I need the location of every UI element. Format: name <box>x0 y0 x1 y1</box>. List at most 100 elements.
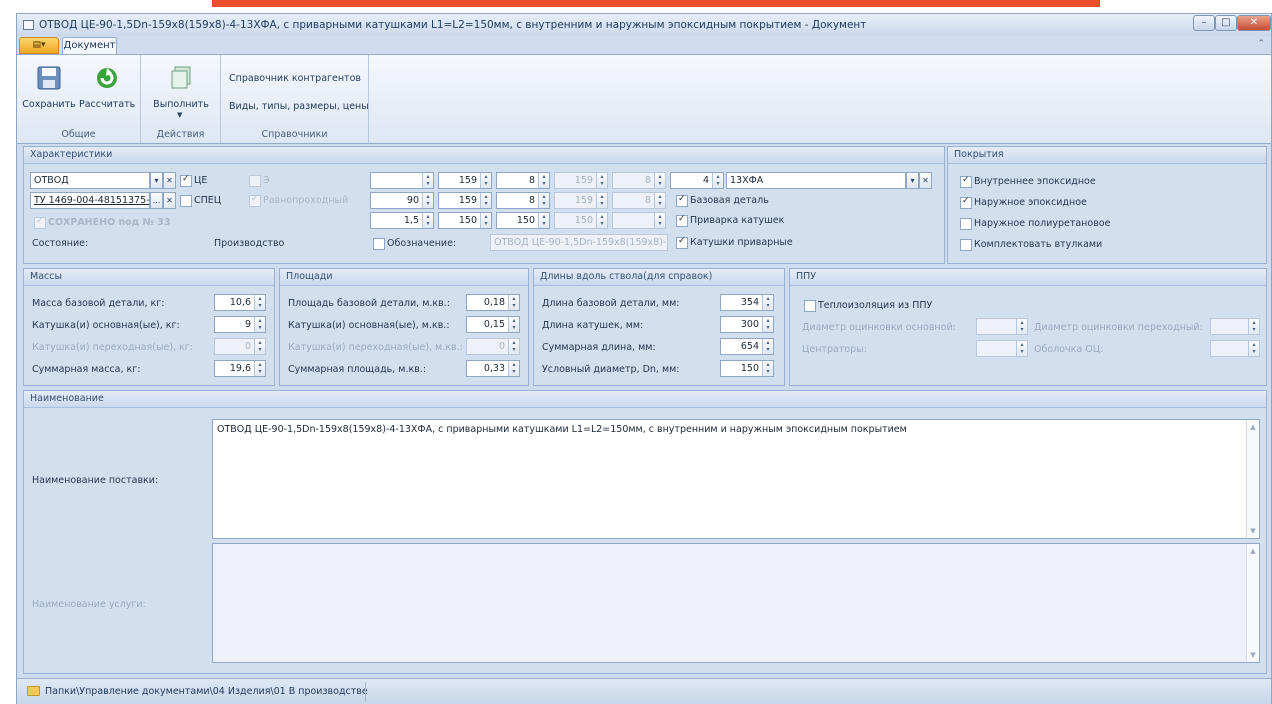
group-actions-label: Действия <box>156 129 205 140</box>
service-name-textarea[interactable]: ▲ ▼ <box>212 543 1260 663</box>
state-label: Состояние: <box>32 238 89 249</box>
saved-label: СОХРАНЕНО под № 33 <box>34 216 171 229</box>
dim-d1b[interactable]: 159 ▴ ▾ <box>438 192 492 209</box>
ppu-diam-trans-field[interactable]: ▴ ▾ <box>1210 318 1260 335</box>
tab-document[interactable]: Документ <box>62 37 117 55</box>
cb-spec[interactable]: СПЕЦ <box>180 195 221 207</box>
dim-l4[interactable]: ▴ ▾ <box>612 212 666 229</box>
execute-dropdown-icon: ▼ <box>177 111 183 119</box>
area-total-field[interactable]: 0,33 ▴ ▾ <box>466 360 520 377</box>
supply-name-scrollbar[interactable]: ▲ ▼ <box>1246 420 1259 538</box>
tu-browse-icon[interactable]: … <box>150 192 163 209</box>
dim-d2b[interactable]: 159 ▴ ▾ <box>554 192 608 209</box>
len-base-label: Длина базовой детали, мм: <box>542 298 680 309</box>
ppu-shell-label: Оболочка ОЦ: <box>1034 344 1104 355</box>
dim-angle[interactable]: 90 ▴ ▾ <box>370 192 434 209</box>
save-button[interactable]: Сохранить <box>21 59 77 111</box>
dim-angle-top[interactable]: ▴ ▾ <box>370 172 434 189</box>
dim-s1[interactable]: 8 ▴ ▾ <box>496 172 550 189</box>
masses-panel: Массы Масса базовой детали, кг: 10,6 ▴ ▾ К… <box>23 268 275 386</box>
cb-outer-epoxy[interactable]: Наружное эпоксидное <box>960 196 1087 209</box>
len-dn-field[interactable]: 150 ▴ ▾ <box>720 360 774 377</box>
tu-field[interactable]: ТУ 1469-004-48151375- <box>30 192 150 209</box>
dim-radius[interactable]: 1,5 ▴ ▾ <box>370 212 434 229</box>
dim-d2[interactable]: 159 ▴ ▾ <box>554 172 608 189</box>
status-separator <box>365 682 366 702</box>
cb-ravno[interactable]: Равнопроходный <box>249 194 348 207</box>
len-total-label: Суммарная длина, мм: <box>542 342 656 353</box>
supply-name-textarea[interactable]: ОТВОД ЦЕ-90-1,5Dn-159x8(159x8)-4-13ХФА, … <box>212 419 1260 539</box>
mass-base-field[interactable]: 10,6 ▴ ▾ <box>214 294 266 311</box>
cb-outer-polyurethane[interactable]: Наружное полиуретановое <box>960 218 1110 230</box>
save-icon <box>37 66 61 90</box>
mass-trans-coil-field[interactable]: 0 ▴ ▾ <box>214 338 266 355</box>
ref-types-button[interactable]: Виды, типы, размеры, цены <box>229 101 369 112</box>
service-name-label: Наименование услуги: <box>32 599 146 610</box>
cb-base-detail[interactable]: Базовая деталь <box>676 194 769 207</box>
type-clear-icon[interactable]: ✕ <box>163 172 176 189</box>
app-menu-icon[interactable]: ▤▾ <box>19 37 59 54</box>
cb-coils-welded[interactable]: Катушки приварные <box>676 236 793 249</box>
ppu-diam-trans-label: Диаметр оцинковки переходный: <box>1034 322 1203 333</box>
cb-ppu-insulation[interactable]: Теплоизоляция из ППУ <box>804 300 932 312</box>
cb-inner-epoxy[interactable]: Внутреннее эпоксидное <box>960 175 1096 188</box>
close-icon[interactable]: ✕ <box>1237 15 1271 31</box>
area-base-field[interactable]: 0,18 ▴ ▾ <box>466 294 520 311</box>
dim-num[interactable]: 4 ▴ ▾ <box>670 172 724 189</box>
maximize-icon[interactable]: □ <box>1215 15 1237 31</box>
cb-ce[interactable]: ЦЕ <box>180 174 207 187</box>
steel-dropdown-icon[interactable]: ▾ <box>906 172 919 189</box>
cb-weld-coils[interactable]: Приварка катушек <box>676 214 784 227</box>
area-total-label: Суммарная площадь, м.кв.: <box>288 364 427 375</box>
title-bar: ОТВОД ЦЕ-90-1,5Dn-159x8(159x8)-4-13ХФА, … <box>17 14 1271 36</box>
ppu-centralizers-field[interactable]: ▴ ▾ <box>976 340 1028 357</box>
characteristics-panel: Характеристики ОТВОД ▾ ✕ ЦЕ Э ТУ 1469-00… <box>23 146 945 264</box>
type-combobox[interactable]: ОТВОД <box>30 172 150 189</box>
mass-main-coil-field[interactable]: 9 ▴ ▾ <box>214 316 266 333</box>
type-dropdown-icon[interactable]: ▾ <box>150 172 163 189</box>
len-base-field[interactable]: 354 ▴ ▾ <box>720 294 774 311</box>
calculate-label: Рассчитать <box>79 99 136 110</box>
cb-e[interactable]: Э <box>249 175 270 187</box>
status-path[interactable]: Папки\Управление документами\04 Изделия\… <box>45 686 368 697</box>
steel-clear-icon[interactable]: ✕ <box>919 172 932 189</box>
ref-contractors-button[interactable]: Справочник контрагентов <box>229 73 361 84</box>
area-trans-coil-field[interactable]: 0 ▴ ▾ <box>466 338 520 355</box>
collapse-ribbon-icon[interactable]: ⌃ <box>1257 39 1265 49</box>
area-main-coil-field[interactable]: 0,15 ▴ ▾ <box>466 316 520 333</box>
service-name-scrollbar[interactable]: ▲ ▼ <box>1246 544 1259 662</box>
area-trans-coil-label: Катушка(и) переходная(ые), м.кв.: <box>288 342 463 353</box>
dim-s2[interactable]: 8 ▴ ▾ <box>612 172 666 189</box>
dim-l1[interactable]: 150 ▴ ▾ <box>438 212 492 229</box>
ppu-shell-field[interactable]: ▴ ▾ <box>1210 340 1260 357</box>
ppu-centralizers-label: Центраторы: <box>802 344 867 355</box>
group-common-label: Общие <box>61 129 96 140</box>
designation-field[interactable]: ОТВОД ЦЕ-90-1,5Dn-159x8(159x8)-... <box>490 234 668 251</box>
tu-clear-icon[interactable]: ✕ <box>163 192 176 209</box>
dim-s1b[interactable]: 8 ▴ ▾ <box>496 192 550 209</box>
areas-panel: Площади Площадь базовой детали, м.кв.: 0… <box>279 268 529 386</box>
steel-combobox[interactable]: 13ХФА <box>726 172 906 189</box>
dim-d1[interactable]: 159 ▴ ▾ <box>438 172 492 189</box>
dim-l3[interactable]: 150 ▴ ▾ <box>554 212 608 229</box>
naming-panel: Наименование Наименование поставки: ОТВО… <box>23 390 1267 674</box>
mass-total-field[interactable]: 19,6 ▴ ▾ <box>214 360 266 377</box>
dim-s2b[interactable]: 8 ▴ ▾ <box>612 192 666 209</box>
minimize-icon[interactable]: – <box>1193 15 1215 31</box>
supply-name-text: ОТВОД ЦЕ-90-1,5Dn-159x8(159x8)-4-13ХФА, … <box>217 424 907 435</box>
ribbon-group-common: Сохранить Рассчитать Общие <box>17 55 141 143</box>
cb-sleeves[interactable]: Комплектовать втулками <box>960 239 1102 251</box>
dim-l2[interactable]: 150 ▴ ▾ <box>496 212 550 229</box>
coatings-panel: Покрытия Внутреннее эпоксидное Наружное … <box>947 146 1267 264</box>
execute-icon <box>171 66 191 89</box>
calculate-button[interactable]: Рассчитать <box>79 59 135 111</box>
ribbon-tabs: ▤▾ Документ ⌃ <box>17 36 1271 55</box>
execute-button[interactable]: Выполнить ▼ <box>153 59 209 119</box>
len-coils-field[interactable]: 300 ▴ ▾ <box>720 316 774 333</box>
cb-designation[interactable]: Обозначение: <box>373 238 456 250</box>
ppu-diam-main-field[interactable]: ▴ ▾ <box>976 318 1028 335</box>
mass-total-label: Суммарная масса, кг: <box>32 364 141 375</box>
len-total-field[interactable]: 654 ▴ ▾ <box>720 338 774 355</box>
document-window: ОТВОД ЦЕ-90-1,5Dn-159x8(159x8)-4-13ХФА, … <box>16 13 1272 704</box>
area-base-label: Площадь базовой детали, м.кв.: <box>288 298 450 309</box>
